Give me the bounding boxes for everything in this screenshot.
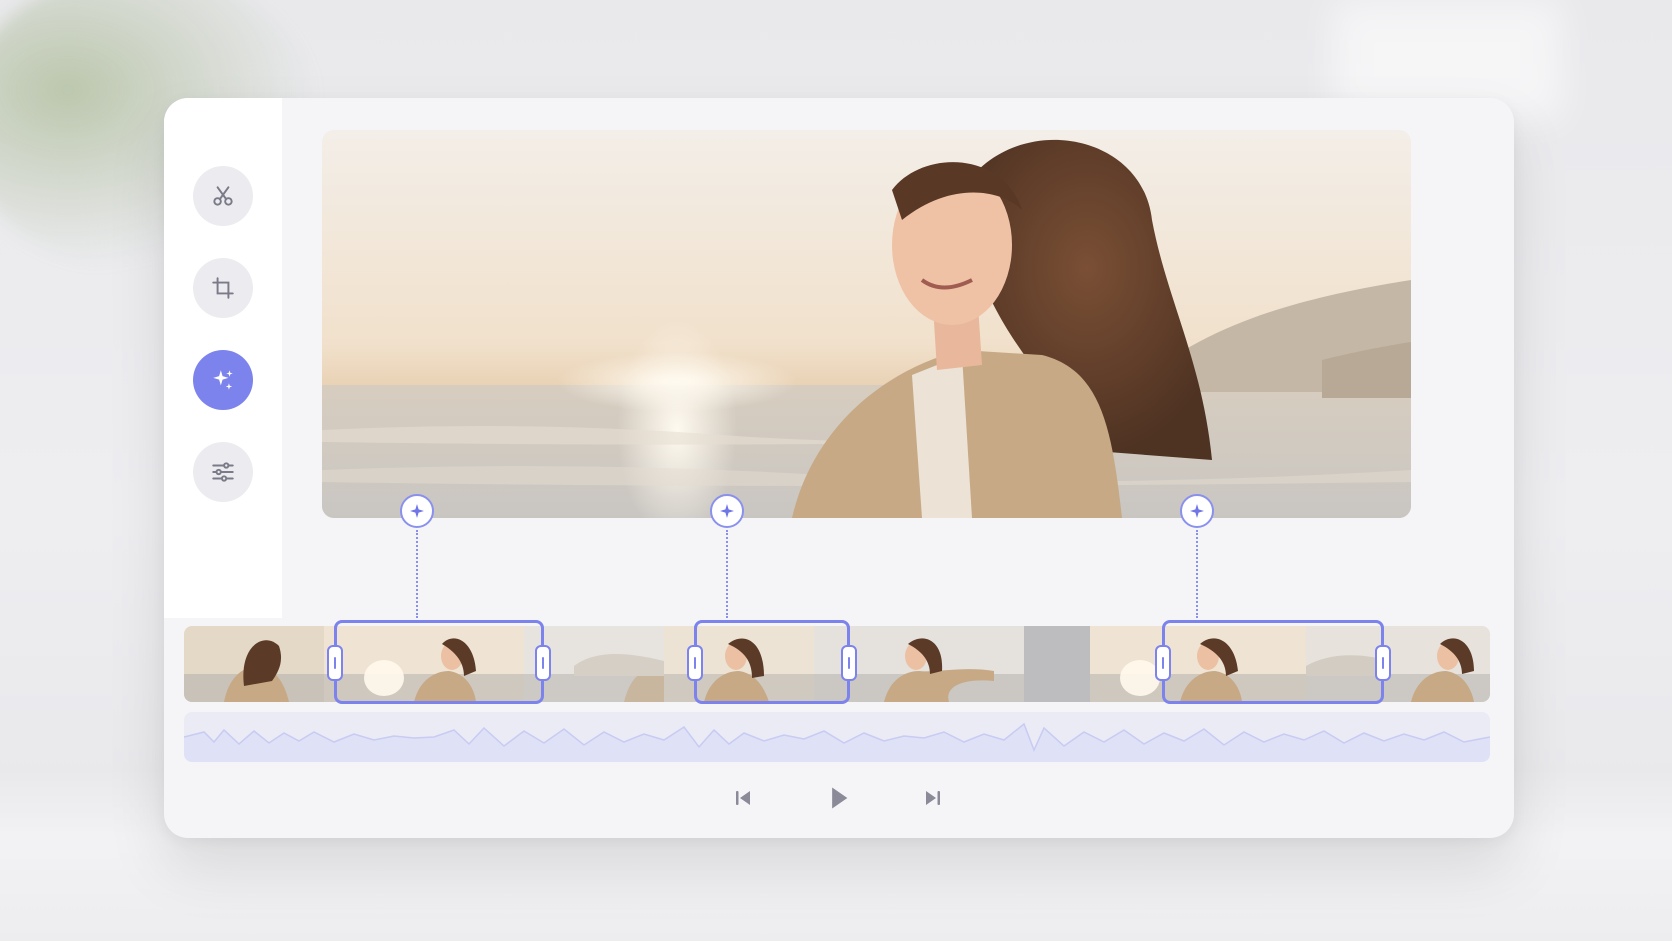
adjust-tool-button[interactable] bbox=[193, 442, 253, 502]
clip-gap bbox=[1024, 626, 1090, 702]
play-icon bbox=[832, 787, 848, 809]
skip-forward-icon bbox=[926, 791, 940, 805]
sliders-icon bbox=[212, 462, 234, 482]
sparkle-icon bbox=[1190, 504, 1204, 518]
preview-frame-image bbox=[322, 130, 1411, 518]
crop-icon bbox=[212, 277, 234, 299]
cut-tool-button[interactable] bbox=[193, 166, 253, 226]
tool-sidebar bbox=[164, 98, 282, 618]
play-button[interactable] bbox=[818, 778, 858, 818]
sparkle-icon bbox=[720, 504, 734, 518]
video-editor-window bbox=[164, 98, 1514, 838]
video-preview[interactable] bbox=[322, 130, 1411, 518]
audio-waveform-track[interactable] bbox=[184, 712, 1490, 762]
sparkle-icon bbox=[410, 504, 424, 518]
skip-forward-button[interactable] bbox=[913, 778, 953, 818]
selected-clip-1[interactable] bbox=[327, 620, 551, 704]
playback-controls bbox=[164, 778, 1514, 826]
clip-thumbnail bbox=[184, 626, 324, 702]
trim-handle-left[interactable] bbox=[687, 645, 703, 681]
ai-enhance-tool-button[interactable] bbox=[193, 350, 253, 410]
skip-back-icon bbox=[736, 791, 750, 805]
scissors-icon bbox=[213, 186, 233, 206]
ai-marker-3[interactable] bbox=[1180, 494, 1214, 528]
audio-waveform bbox=[184, 722, 1490, 762]
selected-clip-2[interactable] bbox=[687, 620, 857, 704]
ai-marker-1[interactable] bbox=[400, 494, 434, 528]
trim-handle-right[interactable] bbox=[1375, 645, 1391, 681]
trim-handle-right[interactable] bbox=[841, 645, 857, 681]
ai-marker-3-connector bbox=[1196, 530, 1198, 618]
trim-handle-left[interactable] bbox=[327, 645, 343, 681]
trim-handle-right[interactable] bbox=[535, 645, 551, 681]
skip-back-button[interactable] bbox=[723, 778, 763, 818]
sparkle-icon bbox=[213, 370, 233, 390]
ai-marker-1-connector bbox=[416, 530, 418, 618]
ai-marker-2-connector bbox=[726, 530, 728, 618]
trim-handle-left[interactable] bbox=[1155, 645, 1171, 681]
ai-marker-2[interactable] bbox=[710, 494, 744, 528]
selected-clip-3[interactable] bbox=[1155, 620, 1391, 704]
crop-tool-button[interactable] bbox=[193, 258, 253, 318]
